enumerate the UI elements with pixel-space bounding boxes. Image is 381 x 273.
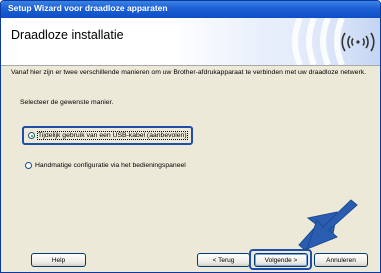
title-bar[interactable]: Setup Wizard voor draadloze apparaten xyxy=(1,1,380,18)
wizard-header: Draadloze installatie xyxy=(1,18,380,66)
window-title: Setup Wizard voor draadloze apparaten xyxy=(8,3,168,13)
option-control-panel-label[interactable]: Handmatige configuratie via het bedienin… xyxy=(35,162,186,169)
next-button-highlight xyxy=(249,249,312,270)
cancel-button[interactable]: Annuleren xyxy=(314,253,368,267)
select-method-label: Selecteer de gewenste manier. xyxy=(20,99,114,106)
page-title: Draadloze installatie xyxy=(11,28,124,42)
wireless-waves-icon xyxy=(260,18,380,65)
option-control-panel[interactable]: Handmatige configuratie via het bedienin… xyxy=(25,159,186,171)
radio-selected-icon[interactable] xyxy=(28,132,35,139)
back-button[interactable]: < Terug xyxy=(197,253,250,267)
radio-unselected-icon[interactable] xyxy=(25,161,32,169)
option-usb-cable[interactable]: Tijdelijk gebruik van een USB-kabel (aan… xyxy=(22,126,193,145)
intro-text: Vanaf hier zijn er twee verschillende ma… xyxy=(11,69,367,76)
setup-wizard-window: Setup Wizard voor draadloze apparaten Dr… xyxy=(0,0,381,273)
pointer-arrow-icon xyxy=(298,199,358,251)
option-usb-cable-label[interactable]: Tijdelijk gebruik van een USB-kabel (aan… xyxy=(37,131,188,140)
help-button[interactable]: Help xyxy=(31,253,86,267)
